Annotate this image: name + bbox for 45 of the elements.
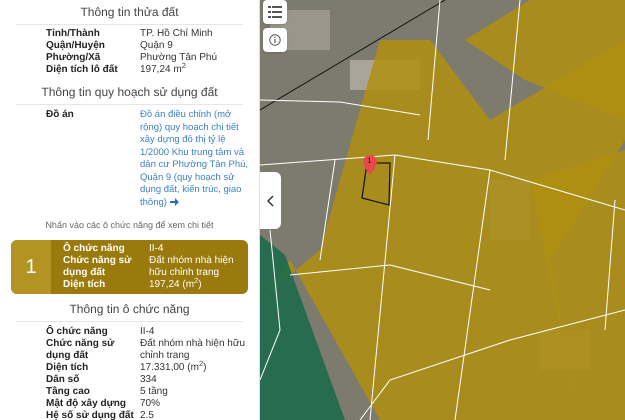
- zone-label: Chức năng sử dụng đất: [63, 255, 132, 279]
- field-value: 2.5: [140, 410, 155, 420]
- field-label: Diện tích lô đất: [46, 64, 119, 76]
- field-value: Quận 9: [140, 40, 174, 52]
- zone-card[interactable]: 1 Ô chức năng II-4 Chức năng sử dụng đất Đất nhóm nhà hiện hữu chỉnh trang Diện tích 197,24 (m$^{2}$): [11, 240, 248, 294]
- map-pin-icon[interactable]: [363, 155, 377, 175]
- field-label: Ô chức năng: [46, 326, 109, 338]
- collapse-panel-button[interactable]: [260, 172, 281, 229]
- zone-label: Diện tích: [63, 279, 106, 291]
- field-value: 5 tầng: [140, 386, 169, 398]
- field-value: TP. Hồ Chí Minh: [140, 28, 214, 40]
- field-label: Hệ số sử dụng đất: [46, 410, 135, 420]
- arrow-right-icon: [170, 198, 179, 206]
- field-label: Mật độ xây dựng: [46, 398, 128, 410]
- project-link[interactable]: Đồ án điều chỉnh (mở rộng) quy hoạch chi tiết xây dựng đô thị tỷ lệ 1/2000 Khu trung tâm và dân cư Phường Tân Phú, Quận 9 (quy hoạch sử dụng đất, kiến trúc, giao thông): [140, 109, 255, 209]
- zone-value: Đất nhóm nhà hiện hữu chỉnh trang: [149, 255, 235, 278]
- legend-list-button[interactable]: [263, 0, 287, 24]
- chevron-left-icon: [267, 194, 274, 206]
- pin-label: 1: [367, 156, 372, 166]
- info-icon: [269, 34, 281, 46]
- zone-label: Ô chức năng: [63, 243, 126, 255]
- info-button[interactable]: [263, 28, 287, 52]
- field-value: Đất nhóm nhà hiện hữu chỉnh trang: [140, 338, 246, 361]
- field-label: Chức năng sử dụng đất: [46, 338, 116, 362]
- hint-text: Nhấn vào các ô chức năng để xem chi tiết: [45, 220, 214, 230]
- field-label: Đồ án: [46, 109, 75, 122]
- field-value: 197,24 m$^{2}$: [140, 64, 187, 76]
- field-label: Quận/Huyện: [46, 40, 106, 52]
- section-heading: Thông tin quy hoạch sử dụng đất: [41, 85, 218, 99]
- zone-value: 197,24 (m$^{2}$): [149, 279, 202, 291]
- zone-value: II-4: [149, 243, 164, 255]
- field-label: Tỉnh/Thành: [46, 28, 101, 40]
- field-value: II-4: [140, 326, 156, 338]
- section-heading: Thông tin ô chức năng: [69, 302, 190, 316]
- field-label: Phường/Xã: [46, 52, 102, 64]
- field-label: Dân số: [46, 374, 80, 386]
- field-value: 70%: [140, 398, 162, 410]
- field-label: Diện tích: [46, 362, 90, 374]
- list-icon: [268, 6, 282, 18]
- field-label: Tầng cao: [46, 386, 91, 398]
- zone-number: 1: [25, 255, 37, 280]
- field-value: 17.331,00 (m$^{2}$): [140, 362, 208, 374]
- field-value: 334: [140, 374, 158, 386]
- section-heading: Thông tin thửa đất: [80, 5, 179, 19]
- field-value: Phường Tân Phú: [140, 52, 218, 63]
